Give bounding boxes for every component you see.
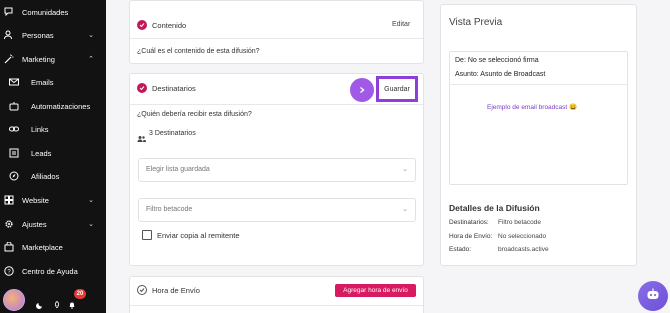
mail-icon (9, 77, 19, 87)
chevron-down-icon: ⌄ (88, 221, 94, 228)
notification-badge: 20 (74, 289, 86, 299)
rocket-icon[interactable] (53, 296, 61, 308)
add-send-time-button[interactable]: Agregar hora de envío (335, 284, 416, 297)
sidebar-item-label: Afiliados (31, 171, 60, 181)
people-icon (4, 30, 14, 40)
sidebar-item-comunidades[interactable]: Comunidades (0, 1, 106, 23)
bot-icon (646, 287, 660, 305)
preview-example-text: Ejemplo de email broadcast 😀 (487, 104, 578, 111)
divider (130, 305, 423, 306)
chevron-up-icon: ⌃ (88, 56, 94, 63)
sidebar-item-label: Ajustes (22, 219, 47, 229)
sidebar-item-afiliados[interactable]: Afiliados (0, 165, 106, 187)
sidebar-item-label: Personas (22, 30, 54, 40)
check-circle-icon (137, 20, 147, 30)
divider (130, 104, 423, 105)
robot-icon (9, 101, 19, 111)
check-circle-outline-icon (137, 285, 147, 295)
sidebar-item-label: Marketing (22, 54, 55, 64)
divider (130, 38, 423, 39)
chat-assistant-button[interactable] (638, 281, 668, 311)
preview-from: De: No se seleccionó firma (455, 57, 539, 64)
avatar[interactable] (3, 289, 25, 311)
sidebar-item-ajustes[interactable]: Ajustes ⌄ (0, 213, 106, 235)
sidebar-item-website[interactable]: Website ⌄ (0, 189, 106, 211)
sidebar-item-links[interactable]: Links (0, 118, 106, 140)
saved-list-select[interactable]: Elegir lista guardada ⌄ (138, 158, 416, 182)
list-icon (9, 148, 19, 158)
destinatarios-question: ¿Quién debería recibir esta difusión? (137, 111, 252, 118)
details-value: No seleccionado (498, 233, 547, 240)
help-icon: ? (4, 266, 14, 276)
sidebar-item-label: Website (22, 195, 49, 205)
link-icon (9, 124, 19, 134)
send-copy-label: Enviar copia al remitente (157, 231, 240, 240)
sidebar-item-centro-de-ayuda[interactable]: ? Centro de Ayuda (0, 260, 106, 282)
contenido-question: ¿Cuál es el contenido de esta difusión? (137, 48, 260, 55)
sidebar: Comunidades Personas ⌄ Marketing ⌃ Email… (0, 0, 106, 313)
filter-select[interactable]: Filtro betacode ⌄ (138, 198, 416, 222)
sidebar-item-label: Comunidades (22, 7, 69, 17)
divider (450, 84, 627, 85)
select-placeholder: Elegir lista guardada (146, 166, 210, 173)
moon-icon[interactable] (36, 296, 44, 309)
sidebar-item-leads[interactable]: Leads (0, 142, 106, 164)
chevron-down-icon: ⌄ (402, 166, 408, 173)
save-button[interactable]: Guardar (376, 76, 418, 102)
sidebar-item-marketplace[interactable]: Marketplace (0, 236, 106, 258)
sidebar-item-label: Links (31, 124, 49, 134)
sidebar-item-emails[interactable]: Emails (0, 71, 106, 93)
preview-title: Vista Previa (449, 17, 503, 28)
compass-icon (9, 171, 19, 181)
edit-button[interactable]: Editar (392, 21, 410, 28)
send-copy-checkbox[interactable] (142, 230, 152, 240)
details-value: broadcasts.active (498, 246, 549, 253)
chevron-down-icon: ⌄ (402, 206, 408, 213)
contenido-title: Contenido (152, 21, 187, 30)
gear-icon (4, 219, 14, 229)
cursor-pointer-icon (350, 78, 374, 102)
details-key: Estado: (449, 246, 472, 253)
sidebar-item-personas[interactable]: Personas ⌄ (0, 24, 106, 46)
envio-title: Hora de Envío (152, 286, 200, 295)
recipients-count: 3 Destinatarios (149, 130, 196, 137)
details-key: Hora de Envío: (449, 233, 493, 240)
sidebar-item-label: Emails (31, 77, 54, 87)
destinatarios-title: Destinatarios (152, 84, 196, 93)
sidebar-item-label: Automatizaciones (31, 101, 91, 111)
check-circle-icon (137, 83, 147, 93)
sidebar-item-marketing[interactable]: Marketing ⌃ (0, 48, 106, 70)
chat-bubble-icon (4, 7, 14, 17)
details-value: Filtro betacode (498, 219, 541, 226)
sidebar-item-label: Leads (31, 148, 52, 158)
details-key: Destinatarios: (449, 219, 489, 226)
details-title: Detalles de la Difusión (449, 203, 540, 213)
preview-subject: Asunto: Asunto de Broadcast (455, 71, 546, 78)
bag-icon (4, 242, 14, 252)
sidebar-item-label: Marketplace (22, 242, 63, 252)
select-placeholder: Filtro betacode (146, 206, 193, 213)
sidebar-item-label: Centro de Ayuda (22, 266, 78, 276)
grid-icon (4, 195, 14, 205)
people-icon (137, 130, 146, 148)
magic-wand-icon (4, 54, 14, 64)
sidebar-item-automatizaciones[interactable]: Automatizaciones (0, 95, 106, 117)
chevron-down-icon: ⌄ (88, 32, 94, 39)
chevron-down-icon: ⌄ (88, 197, 94, 204)
sidebar-footer: 20 (0, 287, 106, 313)
